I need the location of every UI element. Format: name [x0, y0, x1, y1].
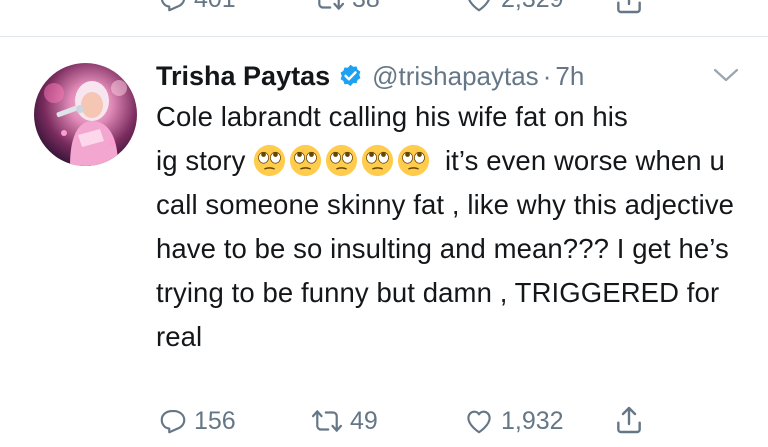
emoji-row: [253, 144, 433, 177]
reply-icon: [158, 406, 188, 436]
tweet-text: Cole labrandt calling his wife fat on hi…: [156, 95, 756, 359]
share-icon: [613, 0, 645, 16]
retweet-button[interactable]: 49: [310, 406, 378, 436]
avatar-image: [44, 80, 127, 166]
tweet-text-rest: it’s even worse when u call someone skin…: [156, 145, 735, 352]
prev-like-button[interactable]: 2,329: [463, 0, 564, 14]
prev-like-count: 2,329: [501, 0, 564, 14]
prev-retweet-button[interactable]: 38: [312, 0, 380, 14]
rolling-eyes-emoji: [398, 145, 430, 177]
author-handle[interactable]: @trishapaytas: [372, 61, 539, 92]
tweet-header: Trisha Paytas @trishapaytas · 7h: [156, 58, 584, 94]
prev-retweet-count: 38: [352, 0, 380, 14]
tweet-timestamp[interactable]: 7h: [555, 61, 584, 92]
reply-icon: [158, 0, 188, 14]
share-button[interactable]: [613, 404, 645, 436]
retweet-icon: [312, 0, 346, 14]
tweet-divider: [0, 36, 768, 37]
rolling-eyes-emoji: [362, 145, 394, 177]
tweet-text-line2: ig story: [156, 145, 246, 176]
tweet-text-line1: Cole labrandt calling his wife fat on hi…: [156, 101, 628, 132]
like-button[interactable]: 1,932: [463, 406, 564, 436]
more-options-button[interactable]: [712, 66, 740, 89]
rolling-eyes-emoji: [290, 145, 322, 177]
like-icon: [463, 406, 495, 436]
share-icon: [613, 404, 645, 436]
like-icon: [463, 0, 495, 14]
like-count: 1,932: [501, 406, 564, 435]
author-name[interactable]: Trisha Paytas: [156, 61, 330, 92]
reply-count: 156: [194, 406, 236, 435]
verified-badge-icon: [337, 63, 364, 90]
tweet-actions: 156 49 1,932: [0, 402, 768, 442]
prev-share-button[interactable]: [613, 0, 645, 16]
retweet-icon: [310, 406, 344, 436]
rolling-eyes-emoji: [326, 145, 358, 177]
reply-button[interactable]: 156: [158, 406, 236, 436]
retweet-count: 49: [350, 406, 378, 435]
previous-tweet-actions: 401 38 2,329: [0, 0, 768, 18]
rolling-eyes-emoji: [254, 145, 286, 177]
chevron-down-icon: [712, 68, 740, 88]
prev-reply-button[interactable]: 401: [158, 0, 236, 14]
avatar[interactable]: [34, 63, 137, 166]
separator-dot: ·: [542, 60, 552, 91]
prev-reply-count: 401: [194, 0, 236, 14]
